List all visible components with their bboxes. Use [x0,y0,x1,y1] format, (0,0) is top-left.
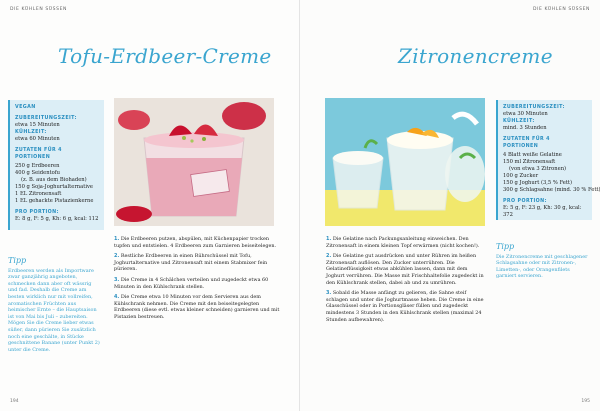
step-number: 3. [114,276,120,283]
running-head: DIE KÜHLEN SÜSSEN [533,7,590,12]
recipe-photo [114,98,274,226]
chill-time-label: KÜHLZEIT: [503,119,535,124]
ingredients-label: ZUTATEN FÜR 4 PORTIONEN [15,148,62,160]
step-number: 2. [326,253,332,260]
step-text: Restliche Erdbeeren in einen Rührschüsse… [114,253,268,273]
instruction-step: 4. Die Creme etwa 10 Minuten vor dem Ser… [114,294,286,320]
strawberry-cream-photo [114,98,274,226]
prep-time-value: etwa 30 Minuten [503,111,548,117]
instruction-step: 2. Restliche Erdbeeren in einen Rührschü… [114,253,286,273]
ingredient-item: 4 Blatt weiße Gelatine [503,152,562,158]
step-number: 1. [114,236,120,242]
chill-time-label: KÜHLZEIT: [15,130,47,135]
ingredient-item: 300 g Schlagsahne (mind. 30 % Fett) [503,187,600,193]
ingredient-item: 250 g Erdbeeren [15,163,60,169]
step-text: Die Creme in 4 Schälchen verteilen und z… [114,276,269,290]
book-spread: DIE KÜHLEN SÜSSEN Tofu-Erdbeer-Creme VEG… [0,0,600,411]
ingredient-item: 1 EL gehackte Pistazienkerne [15,198,94,204]
tip-text: Die Zitronencreme mit geschlagener Schla… [496,253,588,280]
tip-box: Tipp Die Zitronencreme mit geschlagener … [496,242,590,280]
ingredients-list: 4 Blatt weiße Gelatine 150 ml Zitronensa… [503,152,600,194]
step-text: Sobald die Masse anfängt zu gelieren, di… [326,290,484,323]
step-text: Die Erdbeeren putzen, abspülen, mit Küch… [114,236,277,249]
ingredient-item: 150 g Soja-Joghurtalternative [15,184,93,190]
ingredients-label: ZUTATEN FÜR 4 PORTIONEN [503,137,550,149]
instruction-step: 3. Sobald die Masse anfängt zu gelieren,… [326,290,486,323]
tip-text: Erdbeeren werden als Importware zwar gan… [8,267,100,353]
chill-time-value: mind. 3 Stunden [503,125,547,131]
prep-time-label: ZUBEREITUNGSZEIT: [503,105,565,110]
step-text: Die Gelatine gut ausdrücken und unter Rü… [326,253,484,286]
tip-title: Tipp [8,256,27,265]
step-text: Die Gelatine nach Packungsanleitung einw… [326,236,480,249]
left-page: DIE KÜHLEN SÜSSEN Tofu-Erdbeer-Creme VEG… [0,0,300,411]
instruction-step: 3. Die Creme in 4 Schälchen verteilen un… [114,277,286,290]
lemon-cream-photo [325,98,485,226]
instruction-step: 2. Die Gelatine gut ausdrücken und unter… [326,253,486,286]
instructions: 1. Die Gelatine nach Packungsanleitung e… [326,236,486,327]
ingredient-item: 150 ml Zitronensaft [503,159,556,165]
instruction-step: 1. Die Gelatine nach Packungsanleitung e… [326,236,486,249]
recipe-photo [325,98,485,226]
step-number: 1. [326,236,332,242]
portion-value: E: 8 g, F: 5 g, Kh: 6 g, kcal: 112 [15,216,99,222]
page-number: 195 [581,399,590,404]
ingredients-list: 250 g Erdbeeren 400 g Seidentofu (z. B. … [15,163,99,205]
instructions: 1. Die Erdbeeren putzen, abspülen, mit K… [114,236,286,325]
tip-title: Tipp [496,242,515,251]
chill-time-value: etwa 60 Minuten [15,136,60,142]
ingredient-item: 100 g Zucker [503,173,539,179]
ingredient-item: (z. B. aus dem Biohaden) [21,177,87,183]
right-page: DIE KÜHLEN SÜSSEN Zitronencreme ZUBEREIT… [300,0,600,411]
prep-time-value: etwa 15 Minuten [15,122,60,128]
portion-label: PRO PORTION: [503,199,547,204]
ingredient-item: 400 g Seidentofu [15,170,61,176]
recipe-info-box: ZUBEREITUNGSZEIT: etwa 30 Minuten KÜHLZE… [496,100,600,220]
diet-label: VEGAN [15,105,36,110]
recipe-title: Tofu-Erdbeer-Creme [58,44,272,68]
step-number: 2. [114,253,120,260]
portion-label: PRO PORTION: [15,210,59,215]
step-number: 3. [326,290,332,297]
page-number: 194 [10,399,19,404]
running-head: DIE KÜHLEN SÜSSEN [10,7,67,12]
recipe-info-box: VEGAN ZUBEREITUNGSZEIT: etwa 15 Minuten … [8,100,104,230]
step-number: 4. [114,294,120,301]
tip-box: Tipp Erdbeeren werden als Importware zwa… [8,256,100,353]
recipe-title: Zitronencreme [398,44,553,68]
ingredient-item: (von etwa 3 Zitronen) [509,166,567,172]
step-text: Die Creme etwa 10 Minuten vor dem Servie… [114,294,280,320]
portion-value: E: 5 g, F: 23 g, Kh: 30 g, kcal: 372 [503,205,582,218]
instruction-step: 1. Die Erdbeeren putzen, abspülen, mit K… [114,236,286,249]
ingredient-item: 1 EL Zitronensaft [15,191,62,197]
ingredient-item: 150 g Joghurt (3,5 % Fett) [503,180,573,186]
prep-time-label: ZUBEREITUNGSZEIT: [15,116,77,121]
